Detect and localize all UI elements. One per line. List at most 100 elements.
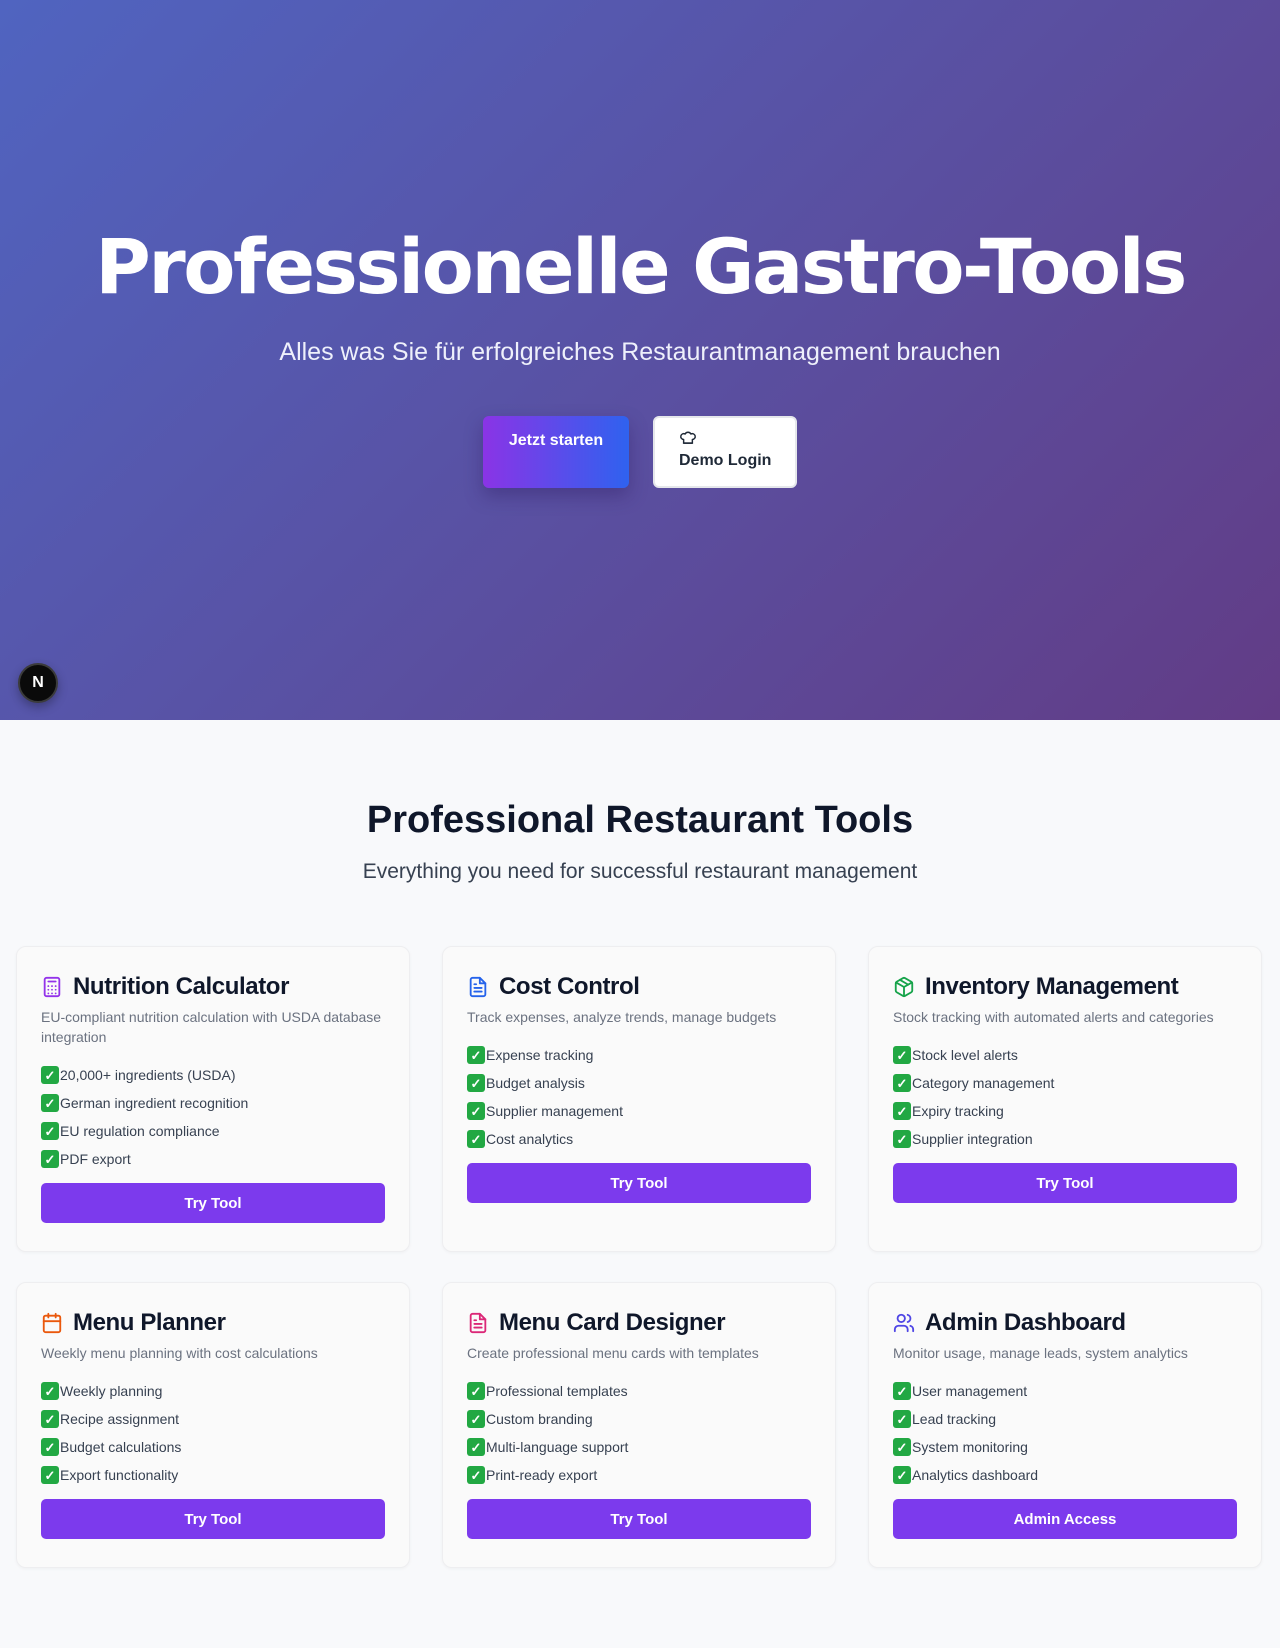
feature-item: ✓ Lead tracking <box>893 1405 1237 1433</box>
feature-label: German ingredient recognition <box>60 1095 249 1111</box>
card-title: Cost Control <box>499 973 640 1000</box>
check-icon: ✓ <box>41 1466 59 1484</box>
feature-label: Category management <box>912 1075 1055 1091</box>
check-icon: ✓ <box>41 1410 59 1428</box>
feature-item: ✓ German ingredient recognition <box>41 1089 385 1117</box>
check-icon: ✓ <box>467 1130 485 1148</box>
hero-buttons: Jetzt starten Demo Login <box>0 416 1280 488</box>
feature-label: Professional templates <box>486 1383 628 1399</box>
feature-item: ✓ Budget analysis <box>467 1069 811 1097</box>
check-icon: ✓ <box>41 1122 59 1140</box>
tool-card-menu-card-designer: Menu Card Designer Create professional m… <box>442 1282 836 1568</box>
chef-hat-icon <box>680 431 696 444</box>
card-description: Monitor usage, manage leads, system anal… <box>893 1345 1188 1361</box>
check-icon: ✓ <box>893 1410 911 1428</box>
demo-login-button[interactable]: Demo Login <box>653 416 797 488</box>
feature-list: ✓ User management ✓ Lead tracking ✓ System … <box>893 1377 1237 1489</box>
feature-item: ✓ Analytics dashboard <box>893 1461 1237 1489</box>
try-tool-button[interactable]: Try Tool <box>467 1163 811 1203</box>
feature-label: EU regulation compliance <box>60 1123 220 1139</box>
feature-item: ✓ System monitoring <box>893 1433 1237 1461</box>
check-icon: ✓ <box>467 1382 485 1400</box>
check-icon: ✓ <box>41 1150 59 1168</box>
feature-item: ✓ Export functionality <box>41 1461 385 1489</box>
check-icon: ✓ <box>893 1438 911 1456</box>
feature-item: ✓ Print-ready export <box>467 1461 811 1489</box>
check-icon: ✓ <box>467 1438 485 1456</box>
feature-list: ✓ Professional templates ✓ Custom branding… <box>467 1377 811 1489</box>
feature-label: Weekly planning <box>60 1383 163 1399</box>
card-description: EU-compliant nutrition calculation with … <box>41 1009 382 1045</box>
feature-item: ✓ Stock level alerts <box>893 1041 1237 1069</box>
feature-item: ✓ Multi-language support <box>467 1433 811 1461</box>
feature-list: ✓ Weekly planning ✓ Recipe assignment ✓ Bud… <box>41 1377 385 1489</box>
feature-label: Stock level alerts <box>912 1047 1018 1063</box>
feature-label: User management <box>912 1383 1028 1399</box>
try-tool-button[interactable]: Try Tool <box>467 1499 811 1539</box>
feature-label: Custom branding <box>486 1411 593 1427</box>
feature-label: Analytics dashboard <box>912 1467 1039 1483</box>
tool-card-cost-control: Cost Control Track expenses, analyze tre… <box>442 946 836 1252</box>
feature-item: ✓ Supplier integration <box>893 1125 1237 1153</box>
feature-item: ✓ Supplier management <box>467 1097 811 1125</box>
feature-label: 20,000+ ingredients (USDA) <box>60 1067 236 1083</box>
check-icon: ✓ <box>893 1382 911 1400</box>
feature-label: System monitoring <box>912 1439 1028 1455</box>
feature-label: Budget calculations <box>60 1439 182 1455</box>
feature-label: Supplier management <box>486 1103 623 1119</box>
check-icon: ✓ <box>41 1382 59 1400</box>
demo-login-label: Demo Login <box>679 452 772 469</box>
users-icon <box>893 1313 915 1333</box>
try-tool-button[interactable]: Try Tool <box>893 1163 1237 1203</box>
feature-label: Multi-language support <box>486 1439 629 1455</box>
check-icon: ✓ <box>467 1102 485 1120</box>
feature-item: ✓ Cost analytics <box>467 1125 811 1153</box>
feature-item: ✓ Expense tracking <box>467 1041 811 1069</box>
check-icon: ✓ <box>467 1046 485 1064</box>
card-title: Nutrition Calculator <box>73 973 290 1000</box>
feature-label: Print-ready export <box>486 1467 598 1483</box>
card-description: Create professional menu cards with temp… <box>467 1345 759 1361</box>
feature-label: Expiry tracking <box>912 1103 1004 1119</box>
feature-label: Export functionality <box>60 1467 179 1483</box>
feature-item: ✓ EU regulation compliance <box>41 1117 385 1145</box>
check-icon: ✓ <box>893 1130 911 1148</box>
feature-list: ✓ Expense tracking ✓ Budget analysis ✓ Supp… <box>467 1041 811 1153</box>
feature-label: PDF export <box>60 1151 131 1167</box>
feature-item: ✓ Custom branding <box>467 1405 811 1433</box>
check-icon: ✓ <box>41 1094 59 1112</box>
check-icon: ✓ <box>893 1046 911 1064</box>
check-icon: ✓ <box>467 1466 485 1484</box>
feature-list: ✓ 20,000+ ingredients (USDA) ✓ German ingr… <box>41 1061 385 1173</box>
try-tool-button[interactable]: Try Tool <box>41 1499 385 1539</box>
check-icon: ✓ <box>893 1102 911 1120</box>
tool-card-inventory-management: Inventory Management Stock tracking with… <box>868 946 1262 1252</box>
next-dev-badge[interactable]: N <box>18 663 58 703</box>
feature-item: ✓ Recipe assignment <box>41 1405 385 1433</box>
get-started-button[interactable]: Jetzt starten <box>483 416 629 488</box>
feature-label: Budget analysis <box>486 1075 585 1091</box>
admin-access-button[interactable]: Admin Access <box>893 1499 1237 1539</box>
feature-item: ✓ User management <box>893 1377 1237 1405</box>
check-icon: ✓ <box>893 1466 911 1484</box>
card-title: Admin Dashboard <box>925 1309 1126 1336</box>
calendar-icon <box>42 1312 62 1334</box>
hero-title: Professionelle Gastro-Tools <box>95 222 1187 311</box>
tool-card-menu-planner: Menu Planner Weekly menu planning with c… <box>16 1282 410 1568</box>
tools-section-subtitle: Everything you need for successful resta… <box>362 860 918 883</box>
feature-label: Supplier integration <box>912 1131 1033 1147</box>
feature-item: ✓ Budget calculations <box>41 1433 385 1461</box>
feature-item: ✓ PDF export <box>41 1145 385 1173</box>
feature-item: ✓ 20,000+ ingredients (USDA) <box>41 1061 385 1089</box>
feature-label: Cost analytics <box>486 1131 574 1147</box>
card-title: Inventory Management <box>925 973 1179 1000</box>
feature-item: ✓ Professional templates <box>467 1377 811 1405</box>
feature-item: ✓ Category management <box>893 1069 1237 1097</box>
try-tool-button[interactable]: Try Tool <box>41 1183 385 1223</box>
card-title: Menu Planner <box>73 1309 226 1336</box>
feature-item: ✓ Weekly planning <box>41 1377 385 1405</box>
tool-card-nutrition-calculator: Nutrition Calculator EU-compliant nutrit… <box>16 946 410 1252</box>
card-description: Weekly menu planning with cost calculati… <box>41 1345 318 1361</box>
card-title: Menu Card Designer <box>499 1309 726 1336</box>
check-icon: ✓ <box>41 1438 59 1456</box>
